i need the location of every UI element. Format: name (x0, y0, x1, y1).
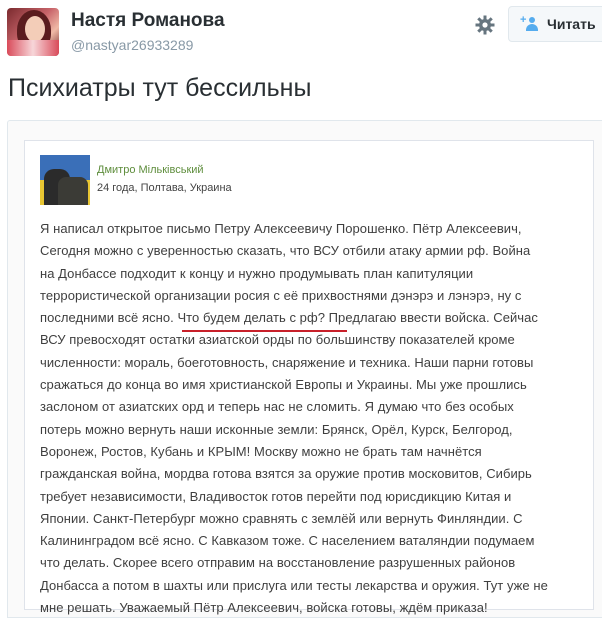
author-name: Дмитро Мільківський (97, 164, 204, 176)
post-line: Я написал открытое письмо Петру Алексеев… (40, 221, 522, 236)
add-user-icon: + (520, 15, 541, 31)
post-line: Сегодня можно с уверенностью сказать, чт… (40, 243, 531, 259)
post-line: мне решать. Уважаемый Пётр Алексеевич, в… (40, 600, 488, 616)
user-name[interactable]: Настя Романова (71, 10, 225, 32)
post-line: Воронеж, Ростов, Кубань и КРЫМ! Москву м… (40, 443, 482, 459)
post-line: Донбасса а потом в шахты или прислуга ил… (40, 577, 548, 593)
post-line: ВСУ превосходят остатки азиатской орды п… (40, 332, 515, 348)
user-handle[interactable]: @nastyar26933289 (71, 37, 193, 53)
author-meta: 24 года, Полтава, Украина (97, 182, 232, 194)
post-line: сражаться до конца во имя христианской Е… (40, 377, 527, 393)
post-line: требует независимости, Владивосток готов… (40, 488, 512, 504)
post-body: Я написал открытое письмо Петру Алексеев… (40, 218, 585, 619)
post-line: гражданская война, мордва готова взятся … (40, 466, 532, 482)
gear-icon[interactable] (474, 14, 496, 36)
post-line: последними всё ясно. Что будем делать с … (40, 310, 538, 326)
post-line: Калининградом всё ясно. С Кавказом тоже.… (40, 533, 535, 549)
post-line: заслоном от азиатских орд и теперь нас н… (40, 399, 514, 415)
follow-button-label: Читать (547, 16, 596, 32)
follow-button[interactable]: + Читать (508, 6, 602, 42)
avatar-bouquet (7, 40, 59, 56)
gear-icon-svg (475, 15, 495, 35)
red-underline-mark (182, 330, 347, 332)
post-line: Японии. Санкт-Петербург можно сравнять с… (40, 510, 523, 526)
post-line: численности: мораль, боеготовность, снар… (40, 354, 534, 370)
post-line: потерь можно вернуть наши исконные земли… (40, 421, 513, 437)
avatar-silhouette-2 (58, 177, 88, 205)
post-line: на Донбассе подходит к концу и нужно про… (40, 265, 474, 281)
avatar-face (25, 16, 45, 42)
post-line: что делать. Скорее всего отправим на вос… (40, 555, 516, 571)
post-line: террористической организации росия с её … (40, 287, 522, 303)
author-avatar (40, 155, 90, 205)
user-avatar[interactable] (7, 8, 59, 56)
tweet-text: Психиатры тут бессильны (8, 74, 312, 102)
